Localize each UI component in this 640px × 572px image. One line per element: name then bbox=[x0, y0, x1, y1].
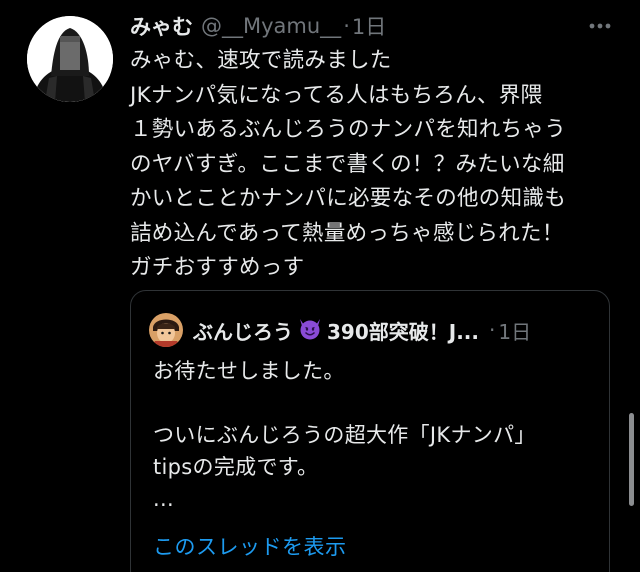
quoted-text-line bbox=[153, 387, 536, 419]
tweet-text-line: かいとことかナンパに必要なその他の知識も bbox=[130, 186, 567, 211]
tweet-text-line: みゃむ、速攻で読みました bbox=[130, 48, 392, 73]
scrollbar-thumb[interactable] bbox=[629, 413, 634, 506]
quoted-author-name-suffix: 390部突破！J... bbox=[327, 319, 479, 344]
author-avatar[interactable] bbox=[27, 16, 113, 102]
quoted-tweet[interactable]: ぶんじろう 390部突破！J... · 1日 お待たせしました。 ついにぶんじろ… bbox=[130, 290, 610, 572]
author-handle[interactable]: @__Myamu__ bbox=[201, 14, 341, 38]
quoted-separator-dot: · bbox=[488, 318, 496, 342]
author-display-name[interactable]: みゃむ bbox=[130, 11, 193, 41]
quoted-author-name: ぶんじろう 390部突破！J... bbox=[193, 316, 479, 345]
anime-character-avatar-icon bbox=[149, 313, 183, 347]
more-button[interactable] bbox=[588, 14, 612, 38]
hooded-figure-avatar-icon bbox=[27, 16, 113, 102]
quoted-text-line: お待たせしました。 bbox=[153, 359, 345, 383]
quoted-text-line: ついにぶんじろうの超大作「JKナンパ」 bbox=[153, 423, 536, 447]
tweet-text-line: １勢いあるぶんじろうのナンパを知れちゃう bbox=[130, 117, 567, 142]
quoted-author-name-prefix: ぶんじろう bbox=[193, 319, 293, 344]
quoted-tweet-header: ぶんじろう 390部突破！J... · 1日 bbox=[149, 313, 531, 347]
quoted-text-line: tipsの完成です。 bbox=[153, 455, 319, 479]
tweet-timestamp[interactable]: 1日 bbox=[352, 11, 386, 41]
show-thread-link[interactable]: このスレッドを表示 bbox=[153, 531, 347, 561]
separator-dot: · bbox=[343, 14, 350, 38]
tweet-text-line: ガチおすすめっす bbox=[130, 255, 305, 280]
tweet-header: みゃむ @__Myamu__ · 1日 bbox=[130, 8, 386, 44]
quoted-tweet-text: お待たせしました。 ついにぶんじろうの超大作「JKナンパ」 tipsの完成です。… bbox=[153, 355, 536, 515]
tweet-text-line: 詰め込んであって熱量めっちゃ感じられた！ bbox=[130, 220, 564, 246]
tweet-text-line: JKナンパ気になってる人はもちろん、界隈 bbox=[130, 82, 543, 108]
quoted-author-avatar bbox=[149, 313, 183, 347]
tweet-text: みゃむ、速攻で読みました JKナンパ気になってる人はもちろん、界隈 １勢いあるぶ… bbox=[130, 44, 620, 286]
smiling-devil-icon bbox=[297, 316, 323, 345]
more-horizontal-icon bbox=[589, 23, 611, 29]
quoted-timestamp: 1日 bbox=[498, 319, 532, 344]
tweet[interactable]: みゃむ @__Myamu__ · 1日 みゃむ、速攻で読みました JKナンパ気に… bbox=[0, 0, 640, 572]
tweet-text-line: のヤバすぎ。ここまで書くの！？みたいな細 bbox=[130, 151, 565, 177]
quoted-text-line: ... bbox=[153, 487, 174, 511]
